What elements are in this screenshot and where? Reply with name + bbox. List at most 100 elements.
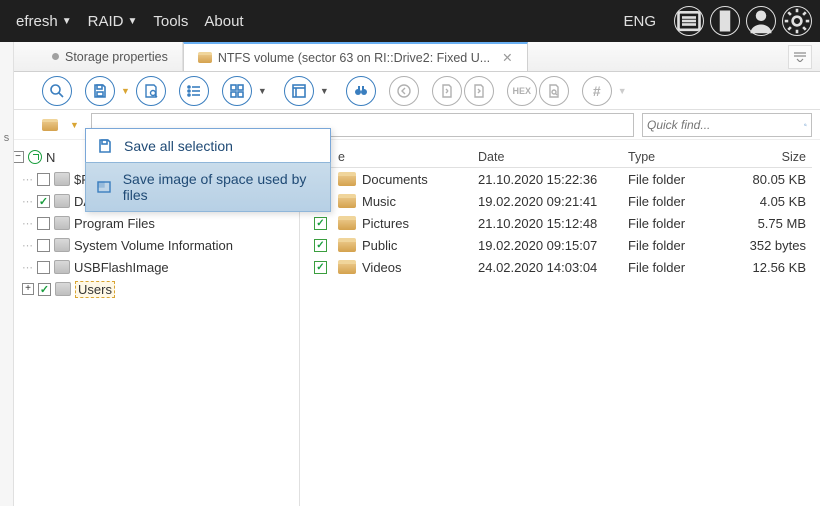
header-button-1[interactable]: [674, 6, 704, 36]
file-type: File folder: [622, 260, 722, 275]
list-row[interactable]: Pictures21.10.2020 15:12:48File folder5.…: [308, 212, 812, 234]
chevron-down-icon[interactable]: ▼: [254, 86, 271, 96]
disk-prev-icon[interactable]: [389, 76, 419, 106]
folder-icon: [54, 238, 70, 252]
file-name: Music: [362, 194, 396, 209]
file-size: 352 bytes: [722, 238, 812, 253]
list-header: e Date Type Size: [308, 146, 812, 168]
menu-save-image-space[interactable]: Save image of space used by files: [85, 162, 331, 212]
search-icon[interactable]: [804, 118, 807, 132]
save-search-icon[interactable]: [136, 76, 166, 106]
col-date[interactable]: Date: [472, 150, 622, 164]
checkbox[interactable]: [314, 217, 327, 230]
quick-find-input[interactable]: [647, 118, 804, 132]
save-icon[interactable]: [85, 76, 115, 106]
tab-ntfs-volume[interactable]: NTFS volume (sector 63 on RI::Drive2: Fi…: [183, 42, 528, 71]
menu-item-label: Save all selection: [124, 138, 233, 154]
doc-right-icon[interactable]: [464, 76, 494, 106]
chevron-down-icon[interactable]: ▼: [66, 120, 83, 130]
details-icon[interactable]: [284, 76, 314, 106]
folder-icon: [338, 172, 356, 186]
menu-refresh[interactable]: efresh▼: [8, 9, 80, 34]
doc-left-icon[interactable]: [432, 76, 462, 106]
tree-connector: ⋯: [22, 239, 33, 252]
chevron-down-icon[interactable]: ▼: [316, 86, 333, 96]
folder-icon: [338, 216, 356, 230]
zoom-icon[interactable]: [42, 76, 72, 106]
folder-icon: [54, 194, 70, 208]
menu-tools[interactable]: Tools: [145, 9, 196, 34]
checkbox[interactable]: [314, 239, 327, 252]
checkbox[interactable]: [37, 217, 50, 230]
list-row[interactable]: Public 19.02.2020 09:15:07File folder352 …: [308, 234, 812, 256]
tree-item[interactable]: ⋯ Program Files: [4, 212, 295, 234]
left-strip-label: s: [4, 132, 10, 144]
tree-item-label: Program Files: [74, 216, 155, 231]
gear-icon[interactable]: [782, 6, 812, 36]
tree-item-label: USBFlashImage: [74, 260, 169, 275]
main-menu-bar: efresh▼ RAID▼ Tools About ENG: [0, 0, 820, 42]
menu-about[interactable]: About: [196, 9, 251, 34]
hash-icon[interactable]: #: [582, 76, 612, 106]
expand-icon[interactable]: +: [22, 283, 34, 295]
folder-icon: [55, 282, 71, 296]
file-date: 21.10.2020 15:12:48: [472, 216, 622, 231]
tree-connector: ⋯: [22, 261, 33, 274]
folder-icon: [54, 216, 70, 230]
tree-item[interactable]: ⋯ System Volume Information: [4, 234, 295, 256]
tree-item[interactable]: + Users: [4, 278, 295, 300]
list-row[interactable]: Videos24.02.2020 14:03:04File folder12.5…: [308, 256, 812, 278]
checkbox[interactable]: [38, 283, 51, 296]
col-name[interactable]: e: [332, 150, 472, 164]
tab-label: Storage properties: [65, 50, 168, 64]
doc-search-icon[interactable]: [539, 76, 569, 106]
tree-item-label: Users: [75, 281, 115, 298]
hex-icon[interactable]: HEX: [507, 76, 537, 106]
binoculars-icon[interactable]: [346, 76, 376, 106]
list-row[interactable]: Music 19.02.2020 09:21:41File folder4.05 …: [308, 190, 812, 212]
checkbox[interactable]: [37, 195, 50, 208]
file-size: 12.56 KB: [722, 260, 812, 275]
caret-icon: ▼: [62, 16, 72, 27]
tree-item[interactable]: ⋯ USBFlashImage: [4, 256, 295, 278]
quick-find-box[interactable]: [642, 113, 812, 137]
folder-icon: [198, 52, 212, 63]
tabs-overflow-button[interactable]: [788, 45, 812, 69]
tab-storage-properties[interactable]: Storage properties: [38, 42, 183, 71]
checkbox[interactable]: [314, 261, 327, 274]
file-size: 4.05 KB: [722, 194, 812, 209]
file-date: 19.02.2020 09:15:07: [472, 238, 622, 253]
menu-save-all-selection[interactable]: Save all selection: [86, 129, 330, 163]
file-date: 19.02.2020 09:21:41: [472, 194, 622, 209]
file-list: e Date Type Size Documents21.10.2020 15:…: [300, 140, 820, 506]
tree-connector: ⋯: [22, 217, 33, 230]
file-size: 5.75 MB: [722, 216, 812, 231]
save-image-icon: [96, 178, 113, 196]
clock-icon: [28, 150, 42, 164]
file-name: Public: [362, 238, 397, 253]
left-sidebar-strip: s: [0, 42, 14, 506]
header-button-2[interactable]: [710, 6, 740, 36]
file-type: File folder: [622, 216, 722, 231]
menu-raid[interactable]: RAID▼: [80, 9, 146, 34]
file-type: File folder: [622, 194, 722, 209]
folder-icon: [42, 119, 58, 131]
file-type: File folder: [622, 238, 722, 253]
save-icon: [96, 137, 114, 155]
col-type[interactable]: Type: [622, 150, 722, 164]
list-icon[interactable]: [179, 76, 209, 106]
checkbox[interactable]: [37, 261, 50, 274]
user-icon[interactable]: [746, 6, 776, 36]
checkbox[interactable]: [37, 239, 50, 252]
chevron-down-icon[interactable]: ▼: [117, 86, 134, 96]
language-selector[interactable]: ENG: [611, 13, 668, 30]
toolbar: ▼ ▼ ▼ HEX # ▼: [0, 72, 820, 110]
close-icon[interactable]: ✕: [502, 50, 512, 65]
checkbox[interactable]: [37, 173, 50, 186]
col-size[interactable]: Size: [722, 150, 812, 164]
tree-item-label: System Volume Information: [74, 238, 233, 253]
list-row[interactable]: Documents21.10.2020 15:22:36File folder8…: [308, 168, 812, 190]
caret-icon: ▼: [127, 16, 137, 27]
chevron-down-icon[interactable]: ▼: [614, 86, 631, 96]
grid-icon[interactable]: [222, 76, 252, 106]
